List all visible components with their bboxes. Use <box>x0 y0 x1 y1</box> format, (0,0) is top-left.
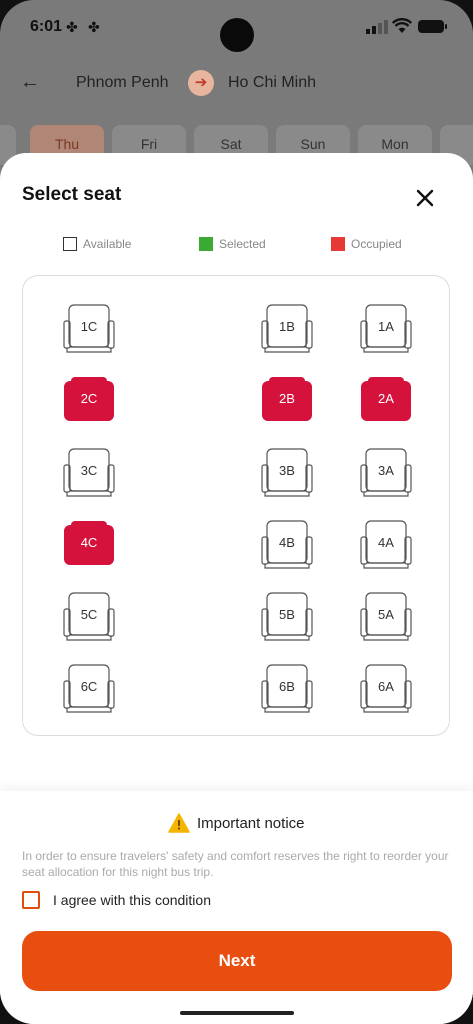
seat-1c[interactable]: 1C <box>63 304 115 354</box>
seat-label: 1A <box>378 319 394 334</box>
seat-4b[interactable]: 4B <box>261 520 313 570</box>
fan-icon: ✤ <box>88 19 100 35</box>
seat-3a[interactable]: 3A <box>360 448 412 498</box>
seat-label: 6A <box>378 679 394 694</box>
seat-2a: 2A <box>360 376 412 426</box>
agree-checkbox[interactable] <box>22 891 40 909</box>
seat-3b[interactable]: 3B <box>261 448 313 498</box>
seat-6b[interactable]: 6B <box>261 664 313 714</box>
seat-label: 4A <box>378 535 394 550</box>
seat-legend: Available Selected Occupied <box>0 237 473 257</box>
agree-row[interactable]: I agree with this condition <box>22 889 211 911</box>
status-bar: 6:01 ✤ ✤ <box>0 0 473 56</box>
from-city: Phnom Penh <box>76 74 169 91</box>
seat-label: 3B <box>279 463 295 478</box>
seat-label: 2A <box>378 391 394 406</box>
status-time: 6:01 <box>30 18 63 35</box>
seat-6a[interactable]: 6A <box>360 664 412 714</box>
notice-panel: Important notice In order to ensure trav… <box>0 791 473 1024</box>
seat-3c[interactable]: 3C <box>63 448 115 498</box>
legend-available-label: Available <box>83 237 132 251</box>
seat-1b[interactable]: 1B <box>261 304 313 354</box>
camera-notch <box>220 18 254 52</box>
seat-2b: 2B <box>261 376 313 426</box>
seat-label: 5C <box>80 607 98 622</box>
seat-1a[interactable]: 1A <box>360 304 412 354</box>
warning-icon <box>168 813 191 833</box>
close-button[interactable] <box>410 183 440 213</box>
to-city: Ho Chi Minh <box>228 74 317 91</box>
phone-screen: 6:01 ✤ ✤ ← Phnom Penh ➔ Ho Chi Minh Thu F… <box>0 0 473 1024</box>
legend-selected: Selected <box>199 237 266 251</box>
signal-icon <box>366 20 388 34</box>
seat-label: 5B <box>279 607 295 622</box>
notice-header: Important notice <box>0 813 473 837</box>
fan-icon: ✤ <box>66 19 78 35</box>
legend-occupied: Occupied <box>331 237 402 251</box>
legend-available: Available <box>63 237 131 251</box>
battery-icon <box>418 20 447 33</box>
seat-label: 3C <box>80 463 98 478</box>
occupied-swatch <box>331 237 345 251</box>
route-arrow-icon: ➔ <box>188 70 214 96</box>
legend-occupied-label: Occupied <box>351 237 402 251</box>
seat-label: 3A <box>378 463 394 478</box>
seat-label: 2B <box>279 391 295 406</box>
next-button[interactable]: Next <box>22 931 452 991</box>
selected-swatch <box>199 237 213 251</box>
available-swatch <box>63 237 77 251</box>
seat-4a[interactable]: 4A <box>360 520 412 570</box>
seat-label: 4C <box>80 535 98 550</box>
route-header: ← Phnom Penh ➔ Ho Chi Minh <box>0 68 473 100</box>
seat-5b[interactable]: 5B <box>261 592 313 642</box>
seat-2c: 2C <box>63 376 115 426</box>
seat-label: 2C <box>80 391 98 406</box>
seat-label: 6B <box>279 679 295 694</box>
select-seat-sheet: Select seat Available Selected Occupied … <box>0 153 473 1024</box>
seat-6c[interactable]: 6C <box>63 664 115 714</box>
seat-label: 4B <box>279 535 295 550</box>
seat-label: 5A <box>378 607 394 622</box>
legend-selected-label: Selected <box>219 237 266 251</box>
close-icon <box>416 189 434 207</box>
back-arrow-icon[interactable]: ← <box>20 72 40 92</box>
notice-text: In order to ensure travelers' safety and… <box>22 849 449 879</box>
wifi-icon <box>392 18 412 33</box>
sheet-title: Select seat <box>22 184 122 205</box>
home-indicator <box>180 1011 294 1015</box>
seat-label: 1B <box>279 319 295 334</box>
seat-label: 6C <box>80 679 98 694</box>
seat-5a[interactable]: 5A <box>360 592 412 642</box>
seat-label: 1C <box>80 319 98 334</box>
seat-map: 1C 1B 1A 2C 2B 2A 3C 3B 3A 4C 4B 4A 5C 5B 5A 6C 6B 6A <box>22 275 450 736</box>
notice-title: Important notice <box>196 814 305 832</box>
seat-4c: 4C <box>63 520 115 570</box>
seat-5c[interactable]: 5C <box>63 592 115 642</box>
agree-label: I agree with this condition <box>53 892 211 908</box>
